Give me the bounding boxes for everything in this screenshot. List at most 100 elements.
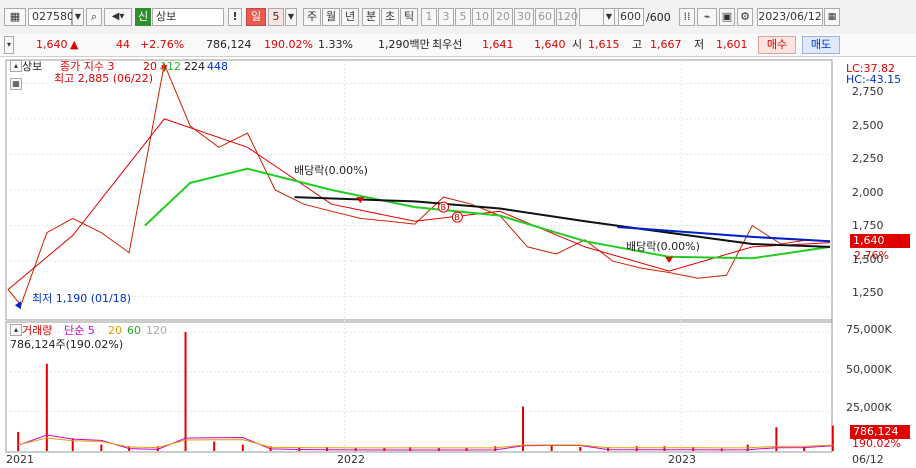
y-tick-2000: 2,000 <box>852 186 884 199</box>
x-label-2021: 2021 <box>6 453 34 466</box>
indicator-icon[interactable]: ⌁ <box>697 8 717 26</box>
info-button[interactable]: ! <box>228 8 242 26</box>
vol-ma-60-label: 60 <box>127 324 141 337</box>
price-lines <box>7 62 831 307</box>
series-line-224 <box>294 196 831 248</box>
period-month-button[interactable]: 월 <box>322 8 340 26</box>
volume-ma-label: 단순 5 <box>64 324 95 337</box>
market-badge: 신 <box>135 8 151 26</box>
turnover-rate: 1.33% <box>318 38 353 51</box>
count-total-label: /600 <box>646 11 671 24</box>
sell-button[interactable]: 매도 <box>802 36 840 54</box>
volume-current-note: 786,124주(190.02%) <box>10 338 124 351</box>
date-input[interactable]: 2023/06/12 <box>757 8 823 26</box>
interval-30-button[interactable]: 30 <box>514 8 534 26</box>
y-tick-1500: 1,500 <box>852 253 884 266</box>
min-price-note: 최저 1,190 (01/18) <box>32 292 132 305</box>
calendar-icon[interactable]: ▦ <box>824 8 840 26</box>
period-tick-button[interactable]: 틱 <box>400 8 418 26</box>
period-day-button[interactable]: 일 <box>246 8 266 26</box>
current-price: 1,640 <box>36 38 68 51</box>
panel-table-icon[interactable]: ▦ <box>10 78 22 90</box>
grid-lines <box>6 60 832 452</box>
y-tick-2500: 2,500 <box>852 119 884 132</box>
ma-112-label: 112 <box>160 60 181 73</box>
period-second-button[interactable]: 초 <box>381 8 399 26</box>
best-bid: 1,640 <box>534 38 566 51</box>
buy-button[interactable]: 매수 <box>758 36 796 54</box>
volume-ma-lines <box>18 434 833 451</box>
code-dropdown-icon[interactable]: ▼ <box>72 8 84 26</box>
vol-ma-20-label: 20 <box>108 324 122 337</box>
volume-value: 786,124 <box>206 38 252 51</box>
y-tick-1250: 1,250 <box>852 286 884 299</box>
save-icon[interactable]: ▣ <box>719 8 735 26</box>
open-label: 시 <box>572 38 583 51</box>
volume-panel-menu-icon[interactable]: ▴ <box>10 324 22 336</box>
collapse-toggle-icon[interactable]: ▾ <box>4 36 14 54</box>
change-value: 44 <box>116 38 130 51</box>
vol-tick-75000: 75,000K <box>846 323 892 336</box>
custom-interval-dropdown-icon[interactable]: ▼ <box>603 8 615 26</box>
stock-name-field[interactable]: 상보 <box>152 8 224 26</box>
series-line-종가 <box>7 62 831 307</box>
dividend-marker-2 <box>665 256 674 263</box>
volume-ratio: 190.02% <box>264 38 313 51</box>
vol-tick-50000: 50,000K <box>846 363 892 376</box>
ma-224-label: 224 <box>184 60 205 73</box>
change-pct: +2.76% <box>140 38 185 51</box>
current-price-tag: 1,640 <box>850 234 910 248</box>
x-label-end-date: 06/12 <box>852 453 884 466</box>
interval-1-button[interactable]: 1 <box>421 8 437 26</box>
series-line-112 <box>144 167 831 260</box>
high-price: 1,667 <box>650 38 682 51</box>
menu-grid-icon[interactable]: ▦ <box>4 8 26 26</box>
volume-ma20-line <box>18 437 833 449</box>
volume-bars <box>17 331 834 451</box>
interval-5-button[interactable]: 5 <box>455 8 471 26</box>
y-tick-1750: 1,750 <box>852 219 884 232</box>
volume-panel-name: 거래량 <box>22 324 53 337</box>
best-price-label: 최우선 <box>432 38 463 51</box>
chart-markers: BB <box>14 65 674 310</box>
stock-code-input[interactable]: 027580 <box>28 8 74 26</box>
max-price-note: 최고 2,885 (06/22) <box>54 72 154 85</box>
sound-icon[interactable]: ◀▾ <box>104 8 132 26</box>
price-volume-chart[interactable]: BB <box>0 56 916 468</box>
period-num-field[interactable]: 5 <box>268 8 284 26</box>
y-tick-2750: 2,750 <box>852 85 884 98</box>
search-icon[interactable]: ⌕ <box>86 8 102 26</box>
y-tick-2250: 2,250 <box>852 152 884 165</box>
best-ask: 1,641 <box>482 38 514 51</box>
period-dropdown-icon[interactable]: ▼ <box>285 8 297 26</box>
buy-signal-label: B <box>454 213 460 222</box>
vol-ma-120-label: 120 <box>146 324 167 337</box>
interval-120-button[interactable]: 120 <box>556 8 578 26</box>
panel-menu-icon[interactable]: ▴ <box>10 60 22 72</box>
dividend-note-2: 배당락(0.00%) <box>626 240 700 253</box>
interval-10-button[interactable]: 10 <box>472 8 492 26</box>
period-minute-button[interactable]: 분 <box>362 8 380 26</box>
gear-icon[interactable]: ⚙ <box>737 8 753 26</box>
chart-toolbar: ▦ 027580 ▼ ⌕ ◀▾ 신 상보 ! 일 5 ▼ 주 월 년 분 초 틱… <box>0 0 916 35</box>
bar-settings-icon[interactable]: ⁞⁞ <box>679 8 695 26</box>
ma-448-label: 448 <box>207 60 228 73</box>
volume-pct-tag: 190.02% <box>852 437 901 450</box>
chart-area: BB ▴ ▦ 상보 종가 지수 3 20 112 224 448 최고 2,88… <box>0 56 916 468</box>
series-line-20 <box>7 118 831 290</box>
interval-20-button[interactable]: 20 <box>493 8 513 26</box>
vol-tick-25000: 25,000K <box>846 401 892 414</box>
x-label-2022: 2022 <box>337 453 365 466</box>
count-input[interactable]: 600 <box>618 8 644 26</box>
quote-bar: ▾ 1,640 ▲ 44 +2.76% 786,124 190.02% 1.33… <box>0 34 916 57</box>
interval-3-button[interactable]: 3 <box>438 8 454 26</box>
price-panel-name: 상보 <box>22 60 43 73</box>
up-arrow-icon: ▲ <box>70 38 79 51</box>
x-label-2023: 2023 <box>668 453 696 466</box>
interval-60-button[interactable]: 60 <box>535 8 555 26</box>
period-week-button[interactable]: 주 <box>303 8 321 26</box>
period-year-button[interactable]: 년 <box>341 8 359 26</box>
volume-panel-frame <box>5 321 833 453</box>
trade-amount: 1,290백만 <box>378 38 430 51</box>
low-price: 1,601 <box>716 38 748 51</box>
